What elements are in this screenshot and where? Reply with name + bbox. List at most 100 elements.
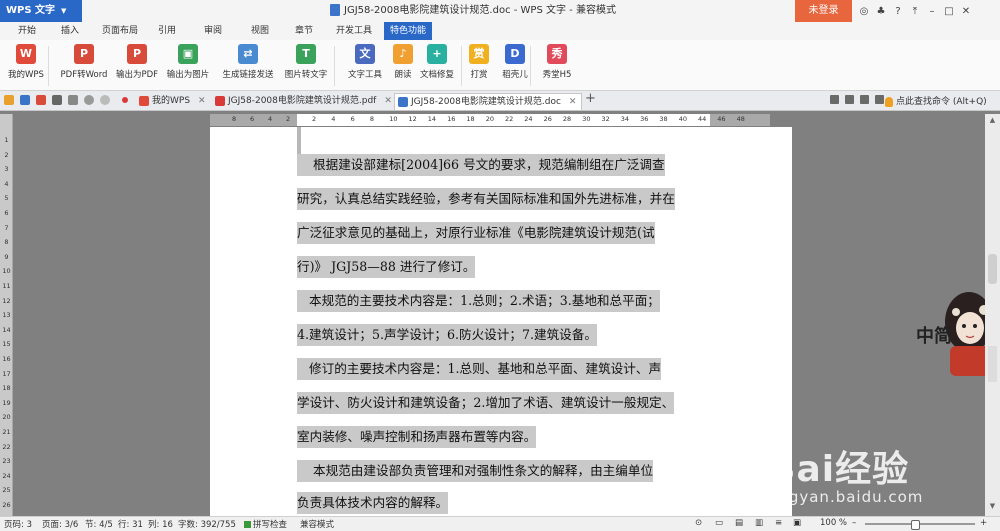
close-icon[interactable]: ✕ [960,6,972,17]
reward-button[interactable]: 赏打赏 [468,44,490,80]
tab-page-layout[interactable]: 页面布局 [96,22,144,40]
focus-mode-icon[interactable]: ▭ [715,518,723,528]
showtang-h5-button[interactable]: 秀秀堂H5 [540,44,574,80]
document-text-line[interactable]: 学设计、防火设计和建筑设备；2.增加了术语、建筑设计一般规定、 [297,392,675,414]
tab-pin-icon[interactable] [845,95,854,104]
share-link-button[interactable]: ⇄ 生成链接发送 [216,44,280,80]
document-text-line[interactable]: 本规范由建设部负责管理和对强制性条文的解释，由主编单位 [297,460,654,482]
tab-list-icon[interactable] [830,95,839,104]
ruler-tick-label: 16 [447,115,456,123]
export-image-icon: ▣ [178,44,198,64]
print-preview-icon[interactable] [68,95,78,105]
horizontal-ruler[interactable]: 8 6 4 2 2 4 6 8 10 12 14 16 18 20 22 24 26 28 30 32 34 36 38 40… [210,114,770,126]
document-text-line[interactable]: 根据建设部建标[2004]66 号文的要求，规范编制组在广泛调查 [297,154,665,176]
export-image-button[interactable]: ▣ 输出为图片 [163,44,213,80]
vertical-ruler[interactable]: 1 2 3 4 5 6 7 8 9 10 11 12 13 14 15 16 17 18 19 20 21 22 23 24 2… [0,114,13,516]
document-text-line[interactable]: 负责具体技术内容的解释。 [297,492,449,514]
tab-view[interactable]: 视图 [245,22,275,40]
docer-button[interactable]: D 稻壳儿 [500,44,530,80]
outline-view-icon[interactable]: ≡ [775,518,782,528]
document-text-line[interactable]: 行)》 JGJ58—88 进行了修订。 [297,256,476,278]
scroll-up-icon[interactable]: ▲ [988,116,997,124]
ruler-tick-label: 2 [286,115,291,123]
ribbon-separator [461,46,462,86]
help-icon[interactable]: ? [892,6,904,17]
ruler-tick-label: 22 [505,115,514,123]
doc-tab-pdf[interactable]: JGJ58-2008电影院建筑设计规范.pdf ✕ [212,93,392,110]
status-page[interactable]: 页面: 3/6 [42,518,78,530]
tab-references[interactable]: 引用 [152,22,182,40]
ruler-tick-label: 17 [2,369,11,378]
ruler-tick-label: 40 [678,115,687,123]
ribbon-button-label: 朗读 [394,70,412,80]
document-text-line[interactable]: 广泛征求意见的基础上，对原行业标准《电影院建筑设计规范(试 [297,222,655,244]
zoom-level[interactable]: 100 % [820,518,847,528]
page-nav-buttons[interactable] [988,346,997,382]
wps-logo-button[interactable]: W 我的WPS [4,44,48,80]
close-tab-icon[interactable]: ✕ [569,97,577,107]
pdf-to-word-button[interactable]: P PDF转Word [56,44,112,80]
spell-check-toggle[interactable]: 拼写检查 [244,518,287,530]
maximize-icon[interactable]: □ [943,6,955,17]
page-view-icon[interactable]: ▤ [735,518,743,528]
redo-icon[interactable] [100,95,110,105]
command-search[interactable]: 点此查找命令 (Alt+Q) [885,94,987,107]
protect-view-icon[interactable]: ▣ [793,518,801,528]
ruler-tick-label: 3 [4,165,9,174]
print-icon[interactable] [52,95,62,105]
tab-chapter[interactable]: 章节 [289,22,319,40]
ruler-tick-label: 14 [2,325,11,334]
ruler-tick-label: 22 [2,442,11,451]
close-tab-icon[interactable]: ✕ [384,96,392,106]
restore-ribbon-icon[interactable]: ⤒ [909,6,921,17]
doc-tab-doc[interactable]: JGJ58-2008电影院建筑设计规范.doc ✕ [394,93,582,110]
document-text-line[interactable]: 4.建筑设计；5.声学设计；6.防火设计；7.建筑设备。 [297,324,597,346]
doc-tab-label: JGJ58-2008电影院建筑设计规范.doc [411,97,561,107]
title-bar: WPS 文字 ▼ JGJ58-2008电影院建筑设计规范.doc - WPS 文字… [0,0,1000,23]
zoom-slider[interactable] [865,520,975,530]
document-text-line[interactable]: 本规范的主要技术内容是：1.总则；2.术语；3.基地和总平面； [297,290,660,312]
tab-start[interactable]: 开始 [12,22,42,40]
status-word-count[interactable]: 字数: 392/755 [178,518,236,530]
scrollbar-thumb[interactable] [988,254,997,284]
ruler-tick-label: 2 [312,115,317,123]
customize-toolbar-icon[interactable] [122,97,128,103]
zoom-in-icon[interactable]: + [980,518,987,528]
export-pdf-quick-icon[interactable] [36,95,46,105]
new-tab-plus-icon[interactable]: + [585,91,596,106]
tab-developer[interactable]: 开发工具 [330,22,378,40]
tab-special-features[interactable]: 特色功能 [384,22,433,40]
document-text-line[interactable]: 修订的主要技术内容是：1.总则、基地和总平面、建筑设计、声 [297,358,662,380]
text-tools-button[interactable]: 文文字工具 [342,44,388,80]
tab-view-icon[interactable] [860,95,869,104]
read-aloud-button[interactable]: ♪ 朗读 [393,44,413,80]
tab-review[interactable]: 审阅 [198,22,228,40]
tab-more-icon[interactable] [875,95,884,104]
document-page[interactable]: 根据建设部建标[2004]66 号文的要求，规范编制组在广泛调查 研究，认真总结实… [210,127,792,516]
skin-icon[interactable]: ◎ [858,6,870,17]
web-view-icon[interactable]: ▥ [755,518,763,528]
undo-icon[interactable] [84,95,94,105]
document-text-line[interactable]: 室内装修、噪声控制和扬声器布置等内容。 [297,426,537,448]
close-tab-icon[interactable]: ✕ [198,96,206,106]
document-text-line[interactable]: 研究，认真总结实践经验，参考有关国际标准和国外先进标准，并在 [297,188,675,210]
ruler-tick-label: 12 [2,296,11,305]
doc-tab-my-wps[interactable]: 我的WPS ✕ [136,93,210,110]
doc-repair-button[interactable]: + 文档修复 [416,44,458,80]
zoom-slider-knob[interactable] [911,520,920,530]
scroll-down-icon[interactable]: ▼ [988,502,997,510]
ruler-tick-label: 38 [659,115,668,123]
shirt-icon[interactable]: ♣ [875,6,887,17]
status-bar: 页码: 3 页面: 3/6 节: 4/5 行: 31 列: 16 字数: 392… [0,516,1000,531]
login-button[interactable]: 未登录 [795,0,852,22]
tab-insert[interactable]: 插入 [55,22,85,40]
open-icon[interactable] [4,95,14,105]
image-to-text-button[interactable]: T 图片转文字 [283,44,329,80]
reading-mode-icon[interactable]: ⊙ [695,518,702,528]
export-pdf-button[interactable]: P 输出为PDF [114,44,160,80]
zoom-out-icon[interactable]: – [852,518,856,528]
wps-app-menu-button[interactable]: WPS 文字 ▼ [0,0,82,22]
minimize-icon[interactable]: – [926,6,938,17]
ruler-tick-label: 8 [4,238,9,247]
save-icon[interactable] [20,95,30,105]
